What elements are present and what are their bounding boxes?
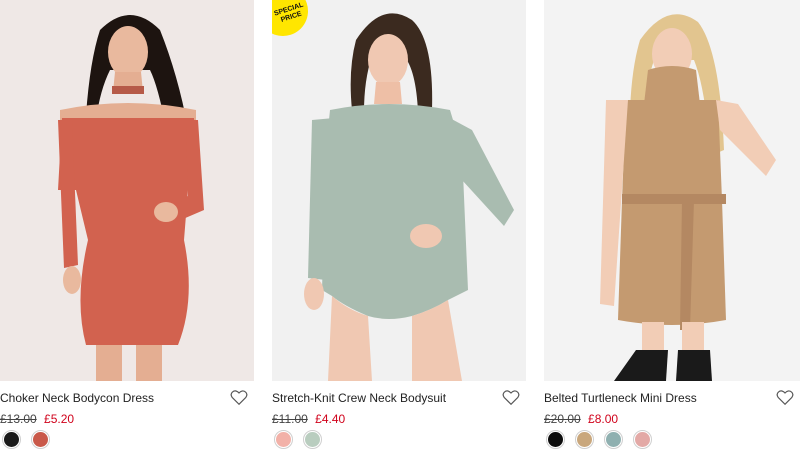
heart-icon[interactable] [230, 389, 248, 406]
sale-price: £4.40 [315, 412, 346, 426]
product-price: £11.00 £4.40 [272, 412, 345, 426]
color-swatches [274, 430, 322, 449]
color-swatch-blush[interactable] [633, 430, 652, 449]
color-swatches [2, 430, 50, 449]
color-swatch-teal[interactable] [604, 430, 623, 449]
original-price: £13.00 [0, 412, 37, 426]
product-image[interactable]: SPECIAL PRICE [272, 0, 526, 381]
color-swatches [546, 430, 652, 449]
product-card[interactable]: Choker Neck Bodycon Dress £13.00 £5.20 [0, 0, 254, 452]
heart-icon[interactable] [502, 389, 520, 406]
product-name[interactable]: Choker Neck Bodycon Dress [0, 391, 154, 405]
heart-icon[interactable] [776, 389, 794, 406]
product-price: £20.00 £8.00 [544, 412, 618, 426]
product-grid: Choker Neck Bodycon Dress £13.00 £5.20 S… [0, 0, 800, 452]
sale-price: £8.00 [588, 412, 619, 426]
color-swatch-sage[interactable] [303, 430, 322, 449]
color-swatch-black[interactable] [546, 430, 565, 449]
color-swatch-rust[interactable] [31, 430, 50, 449]
product-price: £13.00 £5.20 [0, 412, 74, 426]
color-swatch-peach[interactable] [274, 430, 293, 449]
original-price: £11.00 [272, 412, 308, 426]
product-card[interactable]: Belted Turtleneck Mini Dress £20.00 £8.0… [544, 0, 800, 452]
color-swatch-black[interactable] [2, 430, 21, 449]
color-swatch-camel[interactable] [575, 430, 594, 449]
product-card[interactable]: SPECIAL PRICE Stretch-Knit Crew Neck Bod… [272, 0, 526, 452]
sale-price: £5.20 [44, 412, 75, 426]
product-image[interactable] [544, 0, 800, 381]
product-image[interactable] [0, 0, 254, 381]
original-price: £20.00 [544, 412, 581, 426]
product-name[interactable]: Belted Turtleneck Mini Dress [544, 391, 697, 405]
product-name[interactable]: Stretch-Knit Crew Neck Bodysuit [272, 391, 446, 405]
